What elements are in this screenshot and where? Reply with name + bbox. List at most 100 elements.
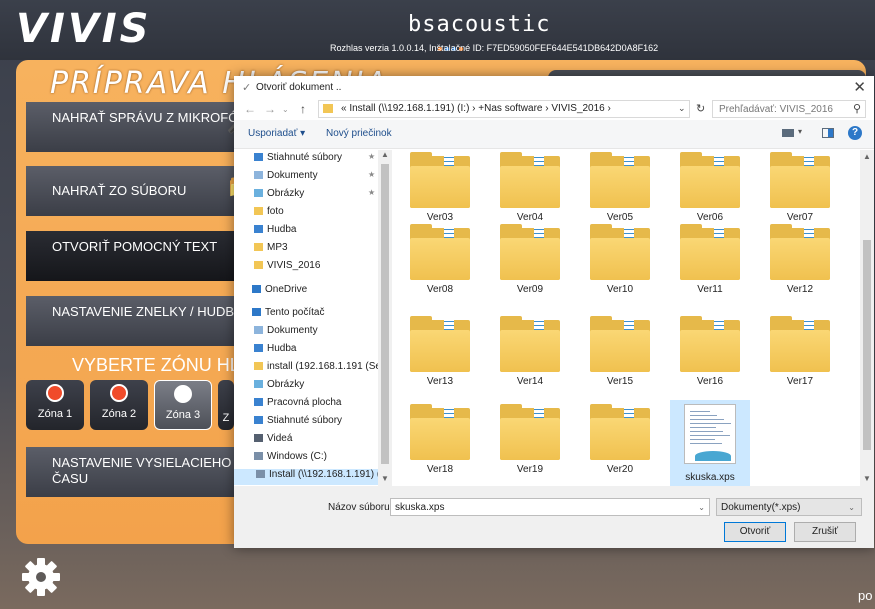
record-from-file-button[interactable]: NAHRAŤ ZO SÚBORU 📁 [26,166,266,216]
preview-pane-icon[interactable] [822,128,834,138]
nav-item[interactable]: Obrázky ★ [254,188,375,204]
view-mode-icon[interactable] [782,129,794,137]
file-scrollbar[interactable]: ▲ ▼ [860,150,874,486]
folder-item[interactable]: Ver20 [580,400,660,486]
nav-folder-icon [254,398,263,406]
back-arrow-icon[interactable]: ← [244,102,256,116]
nav-item[interactable]: foto [254,206,284,222]
nav-item-label: Dokumenty [267,325,318,336]
nav-item-label: Obrázky [267,188,305,199]
nav-folder-icon [254,416,263,424]
recent-chevron-icon[interactable]: ⌄ [282,105,289,114]
folder-item[interactable]: Ver11 [670,220,750,310]
navigation-row: ← → ⌄ ↑ « Install (\\192.168.1.191) (I:)… [234,98,874,120]
folder-item[interactable]: Ver18 [400,400,480,486]
broadcast-time-button[interactable]: NASTAVENIE VYSIELACIEHO ČASU ◷ [26,447,266,497]
nav-folder-icon [256,470,265,478]
folder-item[interactable]: Ver15 [580,312,660,402]
nav-item[interactable]: Tento počítač [252,307,324,323]
open-button[interactable]: Otvoriť [724,522,786,542]
cancel-button[interactable]: Zrušiť [794,522,856,542]
navigation-scrollbar[interactable]: ▲ ▼ [378,150,392,486]
folder-icon [410,152,470,208]
forward-arrow-icon[interactable]: → [264,102,276,116]
nav-folder-icon [254,207,263,215]
help-icon[interactable]: ? [848,126,862,140]
zone-label: Zóna 3 [165,409,201,421]
nav-folder-icon [254,189,263,197]
folder-item[interactable]: Ver17 [760,312,840,402]
scroll-up-icon[interactable]: ▲ [381,150,389,159]
nav-item[interactable]: Hudba [254,343,296,359]
nav-item[interactable]: Videá [254,433,292,449]
folder-item[interactable]: Ver13 [400,312,480,402]
nav-item-label: VIVIS_2016 [267,260,321,271]
folder-item[interactable]: Ver16 [670,312,750,402]
up-arrow-icon[interactable]: ↑ [300,102,306,116]
scroll-down-icon[interactable]: ▼ [863,474,871,483]
scrollbar-thumb[interactable] [381,164,389,464]
address-bar[interactable]: « Install (\\192.168.1.191) (I:) › +Nas … [318,100,690,118]
nav-item[interactable]: Windows (C:) [254,451,327,467]
address-dropdown-icon[interactable]: ⌄ [678,103,686,114]
nav-item[interactable]: OneDrive [252,284,307,300]
nav-item[interactable]: install (192.168.1.191 (Serv [254,361,389,377]
folder-item[interactable]: Ver09 [490,220,570,310]
folder-icon [410,404,470,460]
folder-item[interactable]: Ver08 [400,220,480,310]
nav-item[interactable]: Hudba [254,224,296,240]
zone-3-button[interactable]: Zóna 3 [154,380,212,430]
zone-2-button[interactable]: Zóna 2 [90,380,148,430]
nav-item-label: Pracovná plocha [267,397,342,408]
folder-icon [500,404,560,460]
version-info: Rozhlas verzia 1.0.0.14, Inštalačné ID: … [330,43,659,53]
folder-item[interactable]: Ver14 [490,312,570,402]
zone-led-icon [46,384,64,402]
scroll-up-icon[interactable]: ▲ [863,152,871,161]
nav-item[interactable]: Stiahnuté súbory ★ [254,152,375,168]
dialog-title: Otvoriť dokument .. [256,82,342,93]
open-helper-text-button[interactable]: OTVORIŤ POMOCNÝ TEXT ▤ [26,231,266,281]
nav-item[interactable]: MP3 [254,242,288,258]
folder-item[interactable]: Ver19 [490,400,570,486]
zone-1-button[interactable]: Zóna 1 [26,380,84,430]
nav-item[interactable]: VIVIS_2016 [254,260,320,276]
settings-gear-icon[interactable] [20,556,62,598]
close-icon[interactable]: ✕ [853,78,866,96]
scroll-down-icon[interactable]: ▼ [381,474,389,483]
nav-item[interactable]: Install (\\192.168.1.191) (I:) [234,469,389,485]
organize-button[interactable]: Usporiadať ▾ [248,128,305,139]
filetype-select[interactable]: Dokumenty(*.xps) ⌄ [716,498,862,516]
brand-dots [438,38,466,51]
zone-4-button[interactable]: Z [218,380,234,430]
folder-item[interactable]: Ver10 [580,220,660,310]
nav-item[interactable]: Dokumenty [254,325,318,341]
jingle-settings-button[interactable]: NASTAVENIE ZNELKY / HUDBY ♫ [26,296,266,346]
button-label: NAHRAŤ ZO SÚBORU [52,183,187,198]
nav-folder-icon [254,380,263,388]
folder-icon [680,316,740,372]
search-box[interactable]: Prehľadávať: VIVIS_2016 ⚲ [712,100,866,118]
file-name-label: Ver15 [606,376,634,387]
folder-icon [680,224,740,280]
dialog-footer: Názov súboru: skuska.xps ⌄ Dokumenty(*.x… [234,486,874,548]
file-item[interactable]: skuska.xps [670,400,750,486]
view-dropdown-icon[interactable]: ▾ [798,127,802,136]
nav-item[interactable]: Pracovná plocha [254,397,342,413]
nav-folder-icon [252,308,261,316]
record-microphone-button[interactable]: NAHRAŤ SPRÁVU Z MIKROFÓNU 🎤 [26,102,266,152]
nav-item[interactable]: Dokumenty ★ [254,170,375,186]
filename-input[interactable]: skuska.xps ⌄ [390,498,710,516]
chevron-down-icon[interactable]: ⌄ [698,503,705,512]
nav-item[interactable]: Obrázky [254,379,304,395]
refresh-icon[interactable]: ↻ [696,102,705,115]
new-folder-button[interactable]: Nový priečinok [326,128,392,139]
nav-folder-icon [252,285,261,293]
navigation-pane: Stiahnuté súbory ★ Dokumenty ★ Obrázky ★ foto H… [234,150,392,486]
scrollbar-thumb[interactable] [863,240,871,450]
nav-item[interactable]: Stiahnuté súbory [254,415,342,431]
dialog-titlebar: ✓ Otvoriť dokument .. ✕ [234,76,874,98]
file-name-label: Ver19 [516,464,544,475]
folder-item[interactable]: Ver12 [760,220,840,310]
nav-folder-icon [254,434,263,442]
